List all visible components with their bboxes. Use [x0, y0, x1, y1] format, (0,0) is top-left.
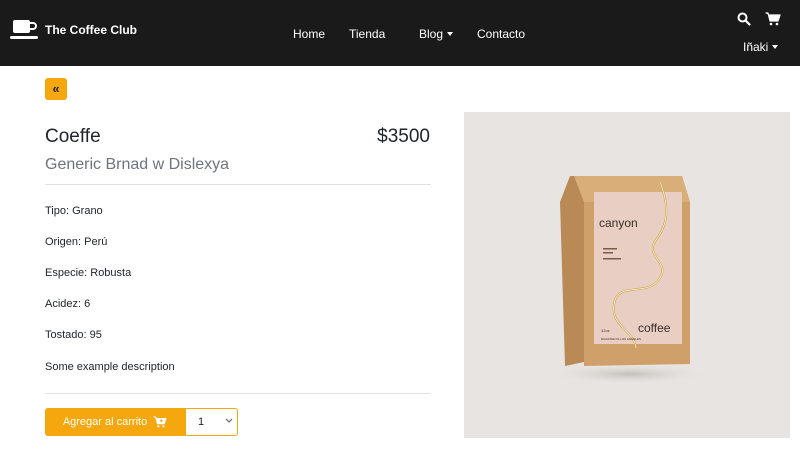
caret-down-icon — [772, 45, 779, 49]
coffee-bag-illustration: canyon coffee 12oz ROASTED IN LOS ANGELE… — [549, 176, 709, 384]
user-name: Iñaki — [743, 40, 769, 54]
chevron-down-icon — [225, 418, 233, 423]
product-brand: Generic Brnad w Dislexya — [45, 156, 230, 173]
nav-link-blog[interactable]: Blog — [419, 27, 454, 41]
bag-footer: ROASTED IN LOS ANGELES — [601, 337, 641, 341]
back-button[interactable]: « — [45, 78, 67, 100]
product-price: $3500 — [377, 126, 430, 147]
add-to-cart-label: Agregar al carrito — [62, 416, 148, 428]
detail-origen: Origen: Perú — [45, 236, 108, 248]
nav-link-blog-label: Blog — [419, 27, 444, 41]
nav-link-tienda[interactable]: Tienda — [349, 27, 385, 41]
quantity-select[interactable]: 1 — [185, 408, 238, 436]
bag-brand-bottom: coffee — [638, 321, 671, 335]
cart-plus-icon — [153, 416, 167, 428]
add-to-cart-button[interactable]: Agregar al carrito — [45, 408, 185, 436]
detail-acidez: Acidez: 6 — [45, 298, 91, 310]
product-name: Coeffe — [45, 126, 101, 147]
user-menu[interactable]: Iñaki — [743, 40, 779, 54]
caret-down-icon — [447, 32, 454, 36]
brand-name: The Coffee Club — [45, 23, 137, 37]
product-image: canyon coffee 12oz ROASTED IN LOS ANGELE… — [464, 112, 790, 438]
detail-tostado: Tostado: 95 — [45, 329, 102, 341]
nav-link-contacto[interactable]: Contacto — [477, 27, 525, 41]
navbar: The Coffee Club Home Tienda Blog Contact… — [0, 0, 800, 66]
quantity-value: 1 — [198, 416, 205, 428]
search-icon[interactable] — [737, 12, 751, 26]
coffee-cup-icon — [10, 20, 38, 39]
bag-brand-top: canyon — [599, 216, 638, 230]
nav-link-home[interactable]: Home — [293, 27, 325, 41]
detail-description: Some example description — [45, 361, 175, 373]
detail-especie: Especie: Robusta — [45, 267, 132, 279]
bag-weight: 12oz — [601, 328, 610, 333]
back-chevron-icon: « — [52, 80, 60, 96]
divider — [45, 184, 431, 185]
brand-link[interactable]: The Coffee Club — [10, 18, 137, 42]
detail-tipo: Tipo: Grano — [45, 205, 103, 217]
divider — [45, 393, 431, 394]
cart-icon[interactable] — [765, 12, 781, 26]
